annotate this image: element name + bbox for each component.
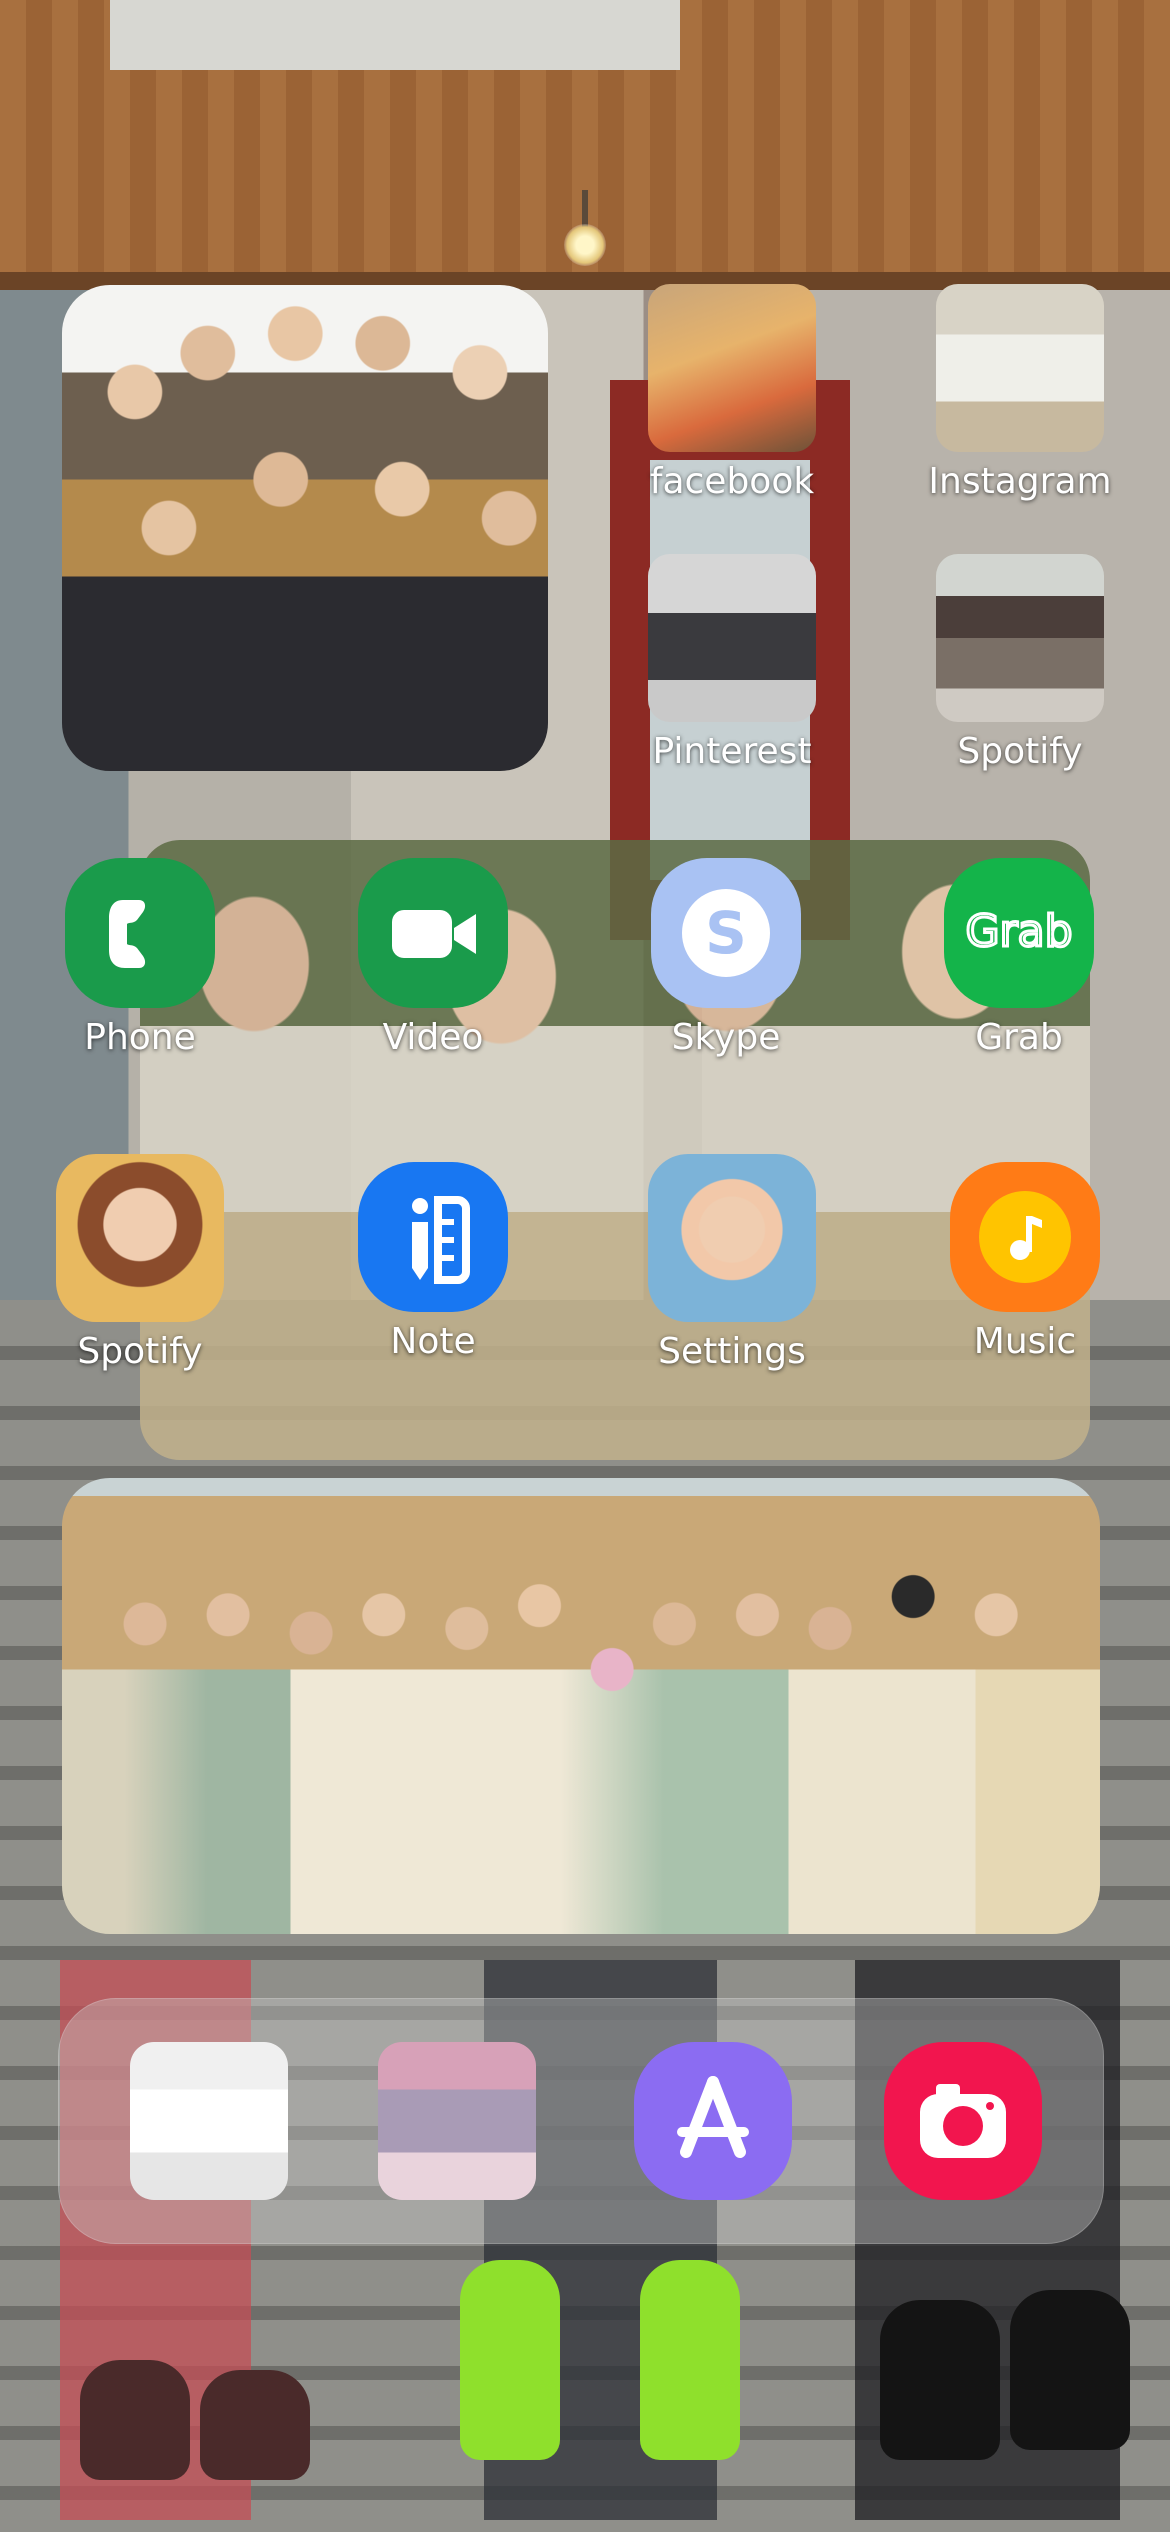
app-facebook[interactable]: facebook bbox=[632, 284, 832, 504]
camera-icon[interactable] bbox=[884, 2042, 1042, 2200]
app-label: Video bbox=[382, 1017, 484, 1058]
phone-icon bbox=[65, 858, 215, 1008]
wallpaper-ceiling-lamp bbox=[560, 190, 610, 275]
music-note-icon bbox=[950, 1162, 1100, 1312]
app-label: Music bbox=[973, 1321, 1077, 1362]
app-label: facebook bbox=[649, 461, 815, 502]
wallpaper-skylight bbox=[110, 0, 680, 70]
app-spotify-top[interactable]: Spotify bbox=[920, 554, 1120, 774]
facebook-photo-icon bbox=[648, 284, 816, 452]
wallpaper-shoe bbox=[200, 2370, 310, 2480]
app-label: Skype bbox=[671, 1017, 781, 1058]
grab-icon: Grab bbox=[944, 858, 1094, 1008]
instagram-photo-icon bbox=[936, 284, 1104, 452]
wallpaper-shoe bbox=[460, 2260, 560, 2460]
photo-widget-group[interactable] bbox=[62, 285, 548, 771]
wallpaper-shoe bbox=[1010, 2290, 1130, 2450]
app-settings[interactable]: Settings bbox=[632, 1154, 832, 1374]
wallpaper-shoe bbox=[880, 2300, 1000, 2460]
app-store-icon[interactable] bbox=[634, 2042, 792, 2200]
app-label: Note bbox=[390, 1321, 476, 1362]
app-label: Grab bbox=[975, 1017, 1063, 1058]
dock-photo-app[interactable] bbox=[378, 2042, 536, 2200]
dock-photo-app[interactable] bbox=[130, 2042, 288, 2200]
pinterest-photo-icon bbox=[648, 554, 816, 722]
app-skype[interactable]: S Skype bbox=[626, 858, 826, 1060]
app-spotify[interactable]: Spotify bbox=[40, 1154, 240, 1374]
app-label: Settings bbox=[658, 1331, 806, 1372]
svg-text:S: S bbox=[705, 899, 747, 967]
app-grab[interactable]: Grab Grab bbox=[919, 858, 1119, 1060]
app-note[interactable]: Note bbox=[333, 1162, 533, 1364]
app-pinterest[interactable]: Pinterest bbox=[632, 554, 832, 774]
app-instagram[interactable]: Instagram bbox=[920, 284, 1120, 504]
app-label: Phone bbox=[84, 1017, 196, 1058]
wallpaper-shoe bbox=[80, 2360, 190, 2480]
spotify-photo-icon bbox=[56, 1154, 224, 1322]
app-phone[interactable]: Phone bbox=[40, 858, 240, 1060]
app-label: Pinterest bbox=[652, 731, 812, 772]
skype-icon: S bbox=[651, 858, 801, 1008]
grab-logo-text: Grab bbox=[965, 906, 1072, 957]
dock bbox=[58, 1998, 1104, 2244]
spotify-photo-icon bbox=[936, 554, 1104, 722]
video-camera-icon bbox=[358, 858, 508, 1008]
wallpaper-shoe bbox=[640, 2260, 740, 2460]
photo-widget-field[interactable] bbox=[62, 1478, 1100, 1934]
app-label: Instagram bbox=[928, 461, 1112, 502]
app-music[interactable]: Music bbox=[925, 1162, 1125, 1364]
app-video[interactable]: Video bbox=[333, 858, 533, 1060]
settings-photo-icon bbox=[648, 1154, 816, 1322]
note-icon bbox=[358, 1162, 508, 1312]
app-label: Spotify bbox=[77, 1331, 203, 1372]
app-label: Spotify bbox=[957, 731, 1083, 772]
